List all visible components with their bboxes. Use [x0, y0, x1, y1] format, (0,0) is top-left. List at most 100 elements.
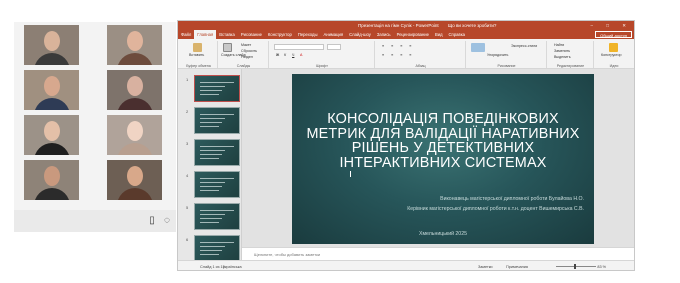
thumbnail-text-line — [200, 146, 234, 148]
thumbnail-text-line — [200, 182, 225, 184]
participant-face — [126, 166, 143, 186]
replace-button[interactable]: Заменить — [554, 49, 570, 53]
thumbnail-text-line — [200, 118, 225, 120]
chat-icon[interactable]: ◌ — [161, 215, 173, 227]
ribbon-tab[interactable]: Справка — [446, 30, 468, 39]
ribbon-tab[interactable]: Слайд-шоу — [346, 30, 374, 39]
font-size-select[interactable] — [327, 44, 341, 50]
reset-button[interactable]: Сбросить — [241, 49, 257, 53]
bold-button[interactable]: Ж — [276, 53, 279, 57]
slide-city-year[interactable]: Хмельницький 2025 — [292, 231, 594, 237]
select-button[interactable]: Выделить — [554, 55, 571, 59]
section-button[interactable]: Раздел — [241, 55, 253, 59]
slide-supervisor-line[interactable]: Керівник магістерської дипломної роботи … — [407, 206, 584, 212]
slide-counter: Слайд 1 из 15 — [200, 265, 225, 269]
thumbnail-text-line — [200, 222, 219, 224]
ribbon-tab[interactable]: Главная — [194, 30, 217, 39]
ribbon-tab[interactable]: Файл — [178, 30, 194, 39]
find-button[interactable]: Найти — [554, 43, 564, 47]
paragraph-label: Абзац — [415, 64, 426, 68]
thumbnail-text-line — [200, 82, 234, 84]
font-group: Ж К Ч A Шрифт — [270, 41, 375, 68]
designer-icon[interactable] — [609, 43, 618, 52]
zoom-slider[interactable] — [556, 266, 596, 267]
designer-group: Конструктор Идеи — [595, 41, 633, 68]
thumbnail-text-line — [200, 158, 219, 160]
conference-toolbar: ▯ ◌ — [14, 210, 176, 232]
paste-button[interactable]: Вставить — [189, 53, 204, 57]
align-buttons[interactable]: ≡ ≡ ≡ ≡ — [382, 53, 414, 57]
slide-thumbnail[interactable] — [194, 171, 240, 198]
ribbon-tab[interactable]: Анимация — [320, 30, 346, 39]
underline-button[interactable]: Ч — [292, 53, 294, 57]
slide-author-line[interactable]: Виконавець магістерської дипломної робот… — [440, 196, 584, 202]
thumbnail-text-line — [200, 246, 225, 248]
thumbnail-text-line — [200, 186, 222, 188]
participant-video-tile[interactable] — [24, 115, 79, 155]
slide-thumbnail[interactable] — [194, 139, 240, 166]
notes-button[interactable]: Заметки — [478, 261, 493, 270]
zoom-slider-knob[interactable] — [574, 264, 576, 269]
participant-body — [33, 143, 70, 155]
slides-label: Слайды — [236, 64, 251, 68]
participant-video-tile[interactable] — [107, 160, 162, 200]
participant-face — [126, 31, 143, 51]
drawing-label: Рисование — [497, 64, 516, 68]
new-slide-icon[interactable] — [223, 43, 232, 52]
participant-body — [116, 188, 153, 200]
shapes-icon[interactable] — [471, 43, 485, 52]
ribbon-tab[interactable]: Рецензирование — [394, 30, 432, 39]
document-icon[interactable]: ▯ — [146, 215, 158, 227]
zoom-level[interactable]: 83 % — [597, 261, 606, 270]
ribbon-tab[interactable]: Рисование — [238, 30, 265, 39]
layout-button[interactable]: Макет — [241, 43, 251, 47]
share-button[interactable]: Общий доступ — [595, 31, 632, 38]
participant-video-tile[interactable] — [24, 160, 79, 200]
language-indicator[interactable]: українська — [223, 261, 242, 270]
window-controls[interactable]: – □ ✕ — [591, 21, 633, 30]
font-name-select[interactable] — [274, 44, 324, 50]
powerpoint-window: Презентація на гімн Сулік - PowerPoint Щ… — [177, 20, 635, 271]
notes-pane[interactable]: Щелкните, чтобы добавить заметки — [242, 247, 634, 260]
participant-face — [43, 166, 60, 186]
participant-face — [43, 121, 60, 141]
slide-thumbnail[interactable] — [194, 235, 240, 262]
arrange-button[interactable]: Упорядочить — [487, 53, 508, 57]
designer-button[interactable]: Конструктор — [601, 53, 622, 57]
slides-group: Создать слайд Макет Сбросить Раздел Слай… — [219, 41, 269, 68]
paste-icon[interactable] — [193, 43, 202, 52]
clipboard-label: Буфер обмена — [186, 64, 211, 68]
participant-video-tile[interactable] — [107, 25, 162, 65]
title-bar: Презентація на гімн Сулік - PowerPoint Щ… — [178, 21, 634, 30]
ribbon-tab[interactable]: Вставка — [216, 30, 238, 39]
slide-title[interactable]: КОНСОЛІДАЦІЯ ПОВЕДІНКОВИХ МЕТРИК ДЛЯ ВАЛ… — [300, 112, 586, 170]
participant-video-tile[interactable] — [24, 70, 79, 110]
quick-styles-button[interactable]: Экспресс-стили — [511, 44, 537, 48]
slide-thumbnail[interactable] — [194, 203, 240, 230]
ribbon-tab[interactable]: Переходы — [295, 30, 321, 39]
thumbnail-number: 1 — [186, 77, 189, 82]
participant-face — [126, 76, 143, 96]
participant-video-tile[interactable] — [24, 25, 79, 65]
list-buttons[interactable]: ≡ ≡ ≡ ≡ — [382, 44, 414, 48]
thumbnail-text-line — [200, 114, 234, 116]
status-bar: Слайд 1 из 15 українська Заметки Примеча… — [178, 260, 634, 270]
current-slide[interactable]: КОНСОЛІДАЦІЯ ПОВЕДІНКОВИХ МЕТРИК ДЛЯ ВАЛ… — [292, 74, 594, 244]
tell-me-search[interactable]: Що ви хочете зробити? — [448, 21, 496, 30]
thumbnail-text-line — [200, 90, 222, 92]
ribbon-tab[interactable]: Запись — [374, 30, 394, 39]
slide-thumbnail[interactable] — [194, 107, 240, 134]
thumbnail-text-line — [200, 150, 225, 152]
ribbon-tab[interactable]: Вид — [432, 30, 446, 39]
slide-thumbnail[interactable] — [194, 75, 240, 102]
thumbnail-text-line — [200, 178, 234, 180]
video-conference-panel: ▯ ◌ — [14, 22, 176, 232]
participant-video-tile[interactable] — [107, 70, 162, 110]
ribbon-tab[interactable]: Конструктор — [265, 30, 295, 39]
font-color-button[interactable]: A — [300, 53, 302, 57]
italic-button[interactable]: К — [284, 53, 286, 57]
comments-button[interactable]: Примечания — [506, 261, 528, 270]
font-label: Шрифт — [316, 64, 328, 68]
participant-video-tile[interactable] — [107, 115, 162, 155]
drawing-group: Упорядочить Экспресс-стили Рисование — [467, 41, 547, 68]
